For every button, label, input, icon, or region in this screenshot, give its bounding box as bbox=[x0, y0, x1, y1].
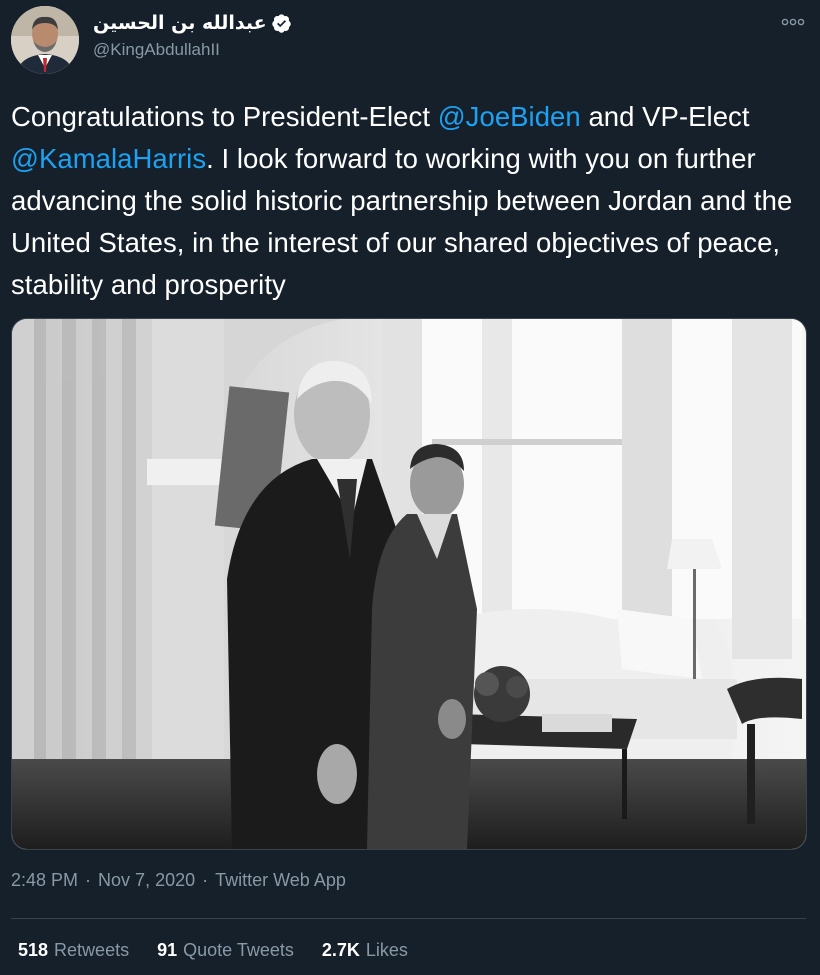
verified-badge-icon bbox=[271, 13, 292, 34]
mention-kamalaharris-link[interactable]: @KamalaHarris bbox=[11, 143, 206, 174]
likes-stat[interactable]: 2.7K Likes bbox=[322, 940, 408, 961]
likes-count: 2.7K bbox=[321, 940, 360, 960]
more-options-icon[interactable] bbox=[780, 12, 806, 32]
tweet-photo[interactable] bbox=[11, 318, 807, 850]
avatar-image bbox=[11, 6, 79, 74]
photo-image bbox=[12, 319, 806, 849]
mention-joebiden-link[interactable]: @JoeBiden bbox=[438, 101, 581, 132]
tweet-time[interactable]: 2:48 PM bbox=[11, 870, 78, 891]
meta-separator: · bbox=[202, 870, 209, 890]
meta-separator: · bbox=[85, 870, 92, 890]
tweet-header: عبدالله بن الحسين @KingAbdullahII bbox=[0, 0, 820, 90]
tweet-date[interactable]: Nov 7, 2020 bbox=[98, 870, 195, 891]
tweet-stats: 518 Retweets 91 Quote Tweets 2.7K Likes bbox=[18, 940, 408, 961]
tweet-text: Congratulations to President-Elect @JoeB… bbox=[11, 96, 806, 306]
retweets-stat[interactable]: 518 Retweets bbox=[18, 940, 129, 961]
divider bbox=[11, 918, 806, 919]
author-avatar[interactable] bbox=[11, 6, 79, 74]
tweet-meta: 2:48 PM · Nov 7, 2020 · Twitter Web App bbox=[11, 870, 346, 891]
likes-label: Likes bbox=[365, 940, 408, 960]
author-display-name[interactable]: عبدالله بن الحسين bbox=[93, 12, 267, 34]
retweets-label: Retweets bbox=[54, 940, 130, 960]
retweets-count: 518 bbox=[18, 940, 49, 960]
name-row: عبدالله بن الحسين bbox=[93, 10, 292, 36]
quote-tweets-stat[interactable]: 91 Quote Tweets bbox=[157, 940, 294, 961]
quote-tweets-count: 91 bbox=[157, 940, 178, 960]
tweet-source-link[interactable]: Twitter Web App bbox=[215, 870, 346, 891]
quote-tweets-label: Quote Tweets bbox=[183, 940, 294, 960]
tweet-text-part: and VP-Elect bbox=[580, 101, 750, 132]
tweet-text-part: Congratulations to President-Elect bbox=[11, 101, 438, 132]
author-handle[interactable]: @KingAbdullahII bbox=[93, 40, 220, 60]
